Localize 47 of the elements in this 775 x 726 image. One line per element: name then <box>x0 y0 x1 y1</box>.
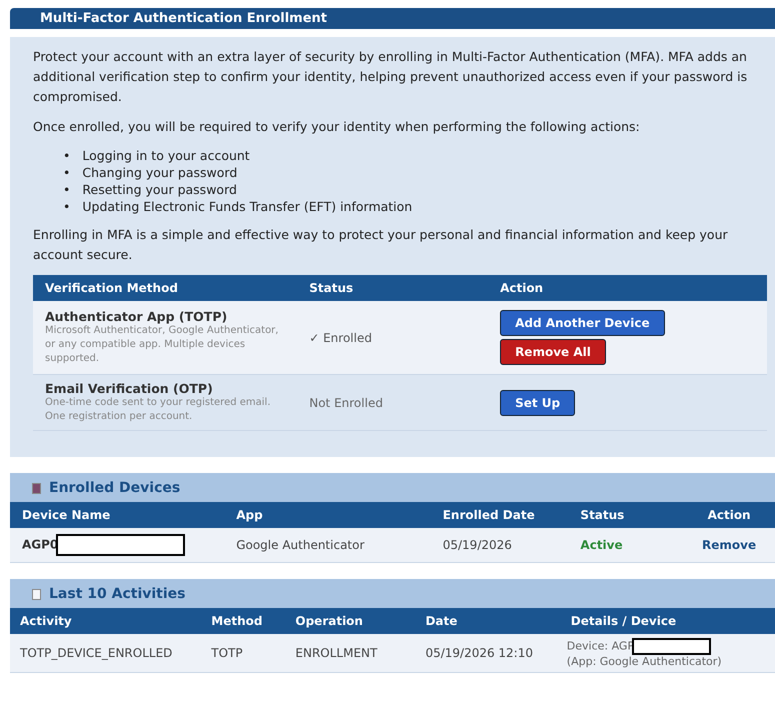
intro-paragraph: Protect your account with an extra layer of security by enrolling in Multi-Factor Authentication (MFA). MFA adds an additional verification step to confirm your identity, helping prevent unauthorized access even if your password is compromised. <box>33 48 748 106</box>
column-header: Device Name <box>10 502 224 528</box>
action-button[interactable]: Add Another Device <box>500 310 665 336</box>
column-header: Date <box>415 608 561 634</box>
status-cell: ✓ Enrolled <box>297 301 488 374</box>
column-header: Action <box>488 275 767 301</box>
table-cell: 05/19/2026 12:10 <box>415 634 561 672</box>
action-list-item: Updating Electronic Funds Transfer (EFT) information <box>82 198 412 215</box>
closing-paragraph: Enrolling in MFA is a simple and effective way to protect your personal and financial information and keep your account secure. <box>33 226 729 264</box>
column-header: Status <box>568 502 684 528</box>
column-header: Verification Method <box>33 275 298 301</box>
bullet: • <box>63 147 70 164</box>
device-icon <box>32 482 41 494</box>
action-list-item: Logging in to your account <box>82 147 250 164</box>
status-cell: Not Enrolled <box>297 374 488 430</box>
bullet: • <box>63 198 70 215</box>
column-header: Method <box>201 608 286 634</box>
table-cell: TOTP_DEVICE_ENROLLED <box>10 634 202 672</box>
device-details: (App: Google Authenticator) <box>566 655 722 668</box>
method-name: Authenticator App (TOTP) <box>45 309 228 324</box>
remove-link[interactable]: Remove <box>702 538 756 552</box>
column-header: Operation <box>285 608 416 634</box>
action-list-item: Resetting your password <box>82 181 237 198</box>
table-cell: Google Authenticator <box>224 528 431 562</box>
method-description: Microsoft Authenticator, Google Authenticator, or any compatible app. Multiple devices supported. <box>45 324 280 366</box>
method-description: One-time code sent to your registered email. One registration per account. <box>45 396 272 424</box>
column-header: Activity <box>10 608 202 634</box>
status-cell: Active <box>568 528 684 562</box>
intro-paragraph: Once enrolled, you will be required to verify your identity when performing the following actions: <box>33 118 641 136</box>
remove-all-button[interactable]: Remove All <box>500 339 606 365</box>
page-title: Multi-Factor Authentication Enrollment <box>10 8 775 29</box>
column-header: App <box>224 502 431 528</box>
action-list-item: Changing your password <box>82 164 238 181</box>
table-cell: ENROLLMENT <box>285 634 416 672</box>
table-cell: 05/19/2026 <box>430 528 568 562</box>
document-icon <box>32 588 41 600</box>
bullet: • <box>63 164 70 181</box>
table-cell: TOTP <box>201 634 286 672</box>
column-header: Status <box>297 275 488 301</box>
action-button[interactable]: Set Up <box>500 390 576 416</box>
column-header: Details / Device <box>560 608 775 634</box>
section-title: Enrolled Devices <box>49 480 180 496</box>
column-header: Enrolled Date <box>430 502 568 528</box>
section-title: Last 10 Activities <box>49 586 186 602</box>
bullet: • <box>63 181 70 198</box>
column-header: Action <box>683 502 775 528</box>
method-name: Email Verification (OTP) <box>45 381 214 396</box>
